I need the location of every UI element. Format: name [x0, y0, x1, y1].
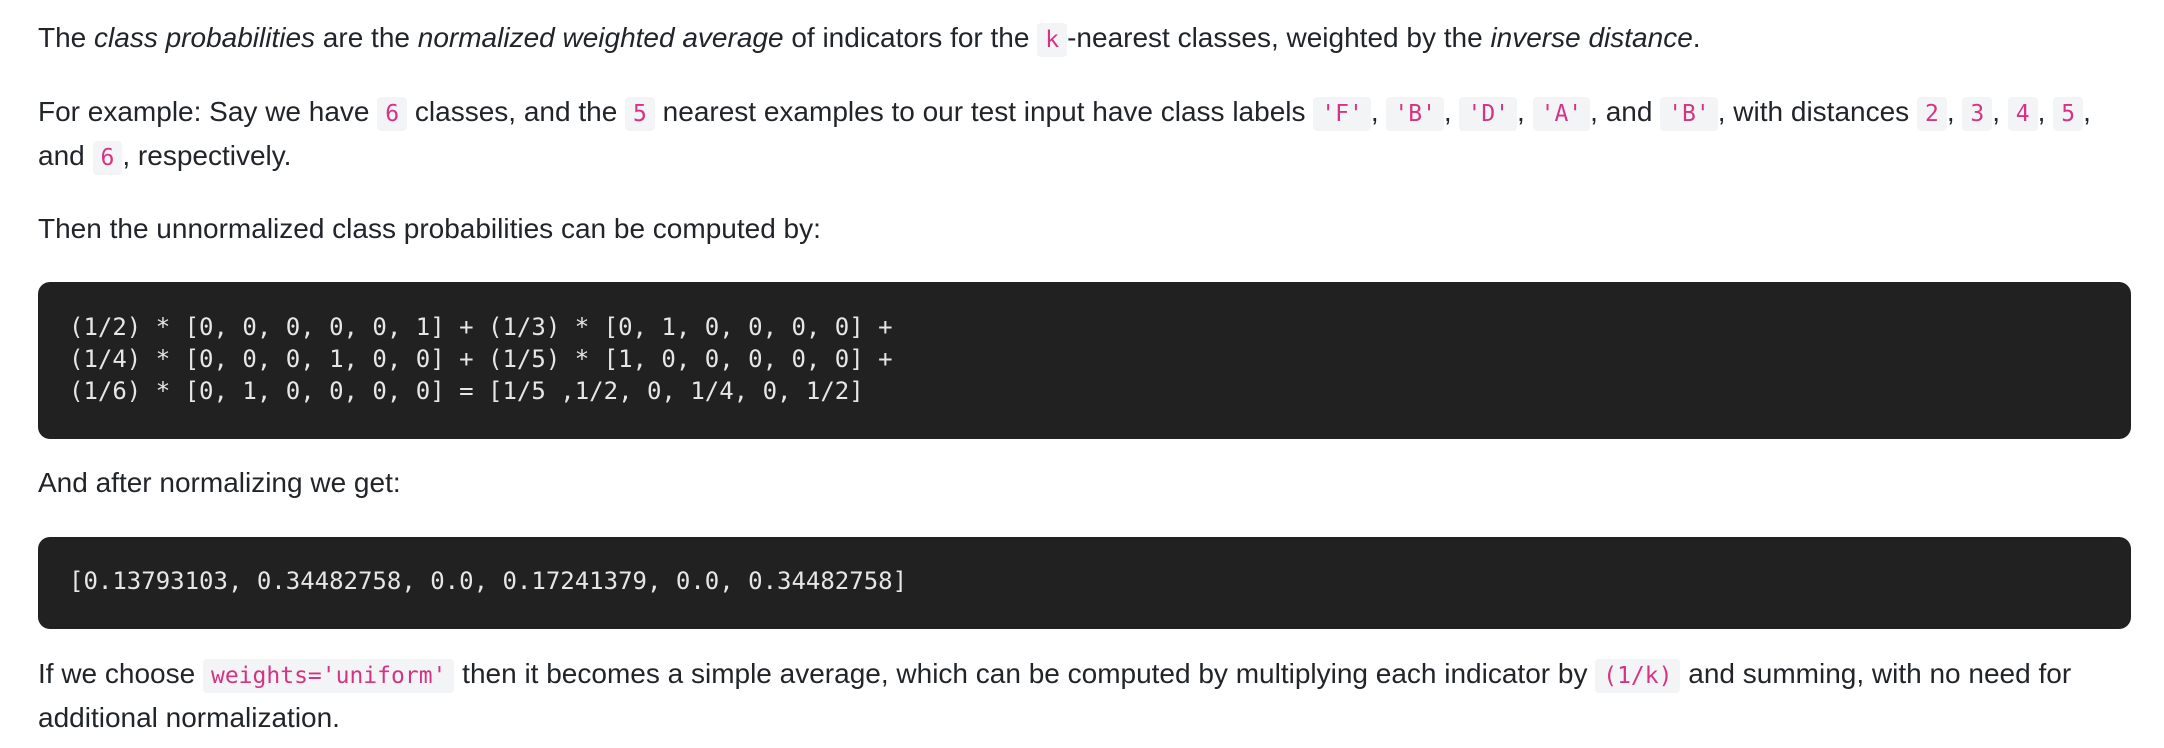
paragraph-normalizing: And after normalizing we get: — [38, 462, 2128, 504]
text: nearest examples to our test input have … — [654, 96, 1314, 127]
text: For example: Say we have — [38, 96, 378, 127]
inline-code-distance: 3 — [1962, 97, 1993, 131]
text: then it becomes a simple average, which … — [454, 658, 1596, 689]
inline-code-num-nearest: 5 — [625, 97, 655, 131]
code-line: (1/6) * [0, 1, 0, 0, 0, 0] = [1/5 ,1/2, … — [69, 377, 864, 405]
text: -nearest classes, weighted by the — [1067, 22, 1491, 53]
text: , — [2037, 96, 2054, 127]
code-line: [0.13793103, 0.34482758, 0.0, 0.17241379… — [69, 567, 908, 595]
inline-code-one-over-k: (1/k) — [1595, 659, 1681, 693]
text: And after normalizing we get: — [38, 467, 401, 498]
paragraph-unnormalized: Then the unnormalized class probabilitie… — [38, 208, 2128, 250]
text: . — [1692, 22, 1701, 53]
emphasis-inverse-distance: inverse distance — [1490, 22, 1693, 53]
inline-code-k: k — [1037, 23, 1068, 57]
code-line: (1/4) * [0, 0, 0, 1, 0, 0] + (1/5) * [1,… — [69, 345, 893, 373]
paragraph-intro: The class probabilities are the normaliz… — [38, 17, 2128, 61]
document: The class probabilities are the normaliz… — [0, 0, 2164, 748]
inline-code-label-b: 'B' — [1660, 97, 1718, 131]
text: The — [38, 22, 95, 53]
inline-code-label-f: 'F' — [1313, 97, 1371, 131]
text: are the — [315, 22, 418, 53]
text: classes, and the — [407, 96, 626, 127]
text: , respectively. — [122, 140, 292, 171]
text: of indicators for the — [783, 22, 1038, 53]
emphasis-class-probabilities: class probabilities — [94, 22, 316, 53]
paragraph-uniform: If we choose weights='uniform' then it b… — [38, 653, 2128, 739]
inline-code-weights-uniform: weights='uniform' — [202, 659, 455, 693]
code-line: (1/2) * [0, 0, 0, 0, 0, 1] + (1/3) * [0,… — [69, 313, 893, 341]
text: , — [1517, 96, 1533, 127]
inline-code-distance: 5 — [2053, 97, 2084, 131]
text: , — [1946, 96, 1963, 127]
text: , — [1370, 96, 1387, 127]
inline-code-label-b: 'B' — [1386, 97, 1444, 131]
text: If we choose — [38, 658, 203, 689]
code-block-unnormalized[interactable]: (1/2) * [0, 0, 0, 0, 0, 1] + (1/3) * [0,… — [38, 282, 2131, 439]
inline-code-distance: 4 — [2007, 97, 2038, 131]
text: , and — [1590, 96, 1661, 127]
inline-code-distance: 2 — [1916, 97, 1947, 131]
inline-code-label-d: 'D' — [1459, 97, 1518, 131]
text: , — [1443, 96, 1460, 127]
text: , — [1992, 96, 2008, 127]
inline-code-distance: 6 — [92, 141, 123, 175]
code-block-normalized[interactable]: [0.13793103, 0.34482758, 0.0, 0.17241379… — [38, 537, 2131, 629]
inline-code-label-a: 'A' — [1532, 97, 1591, 131]
emphasis-normalized-weighted-average: normalized weighted average — [417, 22, 784, 53]
inline-code-num-classes: 6 — [377, 97, 408, 131]
text: , with distances — [1717, 96, 1917, 127]
paragraph-example: For example: Say we have 6 classes, and … — [38, 91, 2128, 179]
text: Then the unnormalized class probabilitie… — [38, 213, 821, 244]
